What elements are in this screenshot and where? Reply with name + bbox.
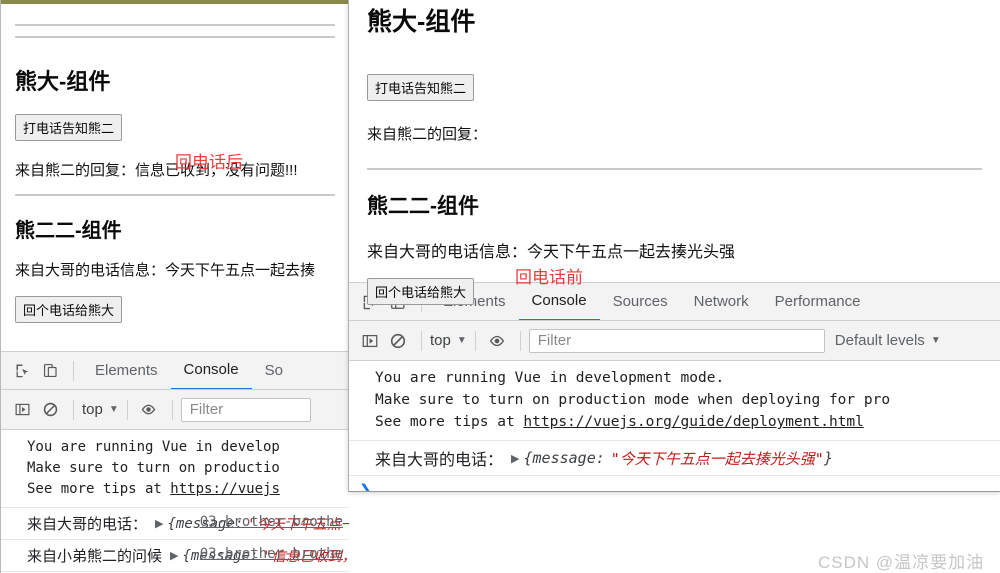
expand-triangle-icon[interactable]: ▶ [511,452,519,465]
console-filter-input[interactable]: Filter [180,397,311,422]
front-console-log-objclose-1: } [823,449,833,467]
chevron-down-icon: ▼ [456,335,467,346]
back-window-devtools: Elements Console So top ▼ Filter You are… [1,351,349,573]
front-toolbar-divider-2 [421,330,422,351]
tab-sources[interactable]: So [252,352,296,389]
front-console-prompt-arrow: ❯ [359,482,372,492]
page-divider-second [15,36,335,38]
tab-elements[interactable]: Elements [82,352,171,389]
toolbar-divider-2 [73,399,74,420]
back-window-page-content: 熊大-组件 打电话告知熊二 来自熊二的回复：信息已收到，没有问题!!! 熊二二-… [1,24,349,351]
console-log-source-1[interactable]: 03-brother-brothe [200,514,343,530]
front-component-title-xiongerer: 熊二二-组件 [367,195,479,218]
front-toolbar-divider-4 [519,330,521,351]
live-expression-icon[interactable] [136,397,162,423]
console-log-row-2[interactable]: 来自小弟熊二的问候 ▶ {message: "信息已收到，没有问题!!!" } … [1,539,349,571]
back-console-output: You are running Vue in develop Make sure… [1,430,349,573]
front-console-prompt-row[interactable]: ❯ [349,475,1000,492]
front-vue-dev-message-line-3: See more tips at https://vuejs.org/guide… [375,414,864,430]
front-vue-deployment-link[interactable]: https://vuejs.org/guide/deployment.html [523,414,863,430]
front-xiongerer-phone-message: 来自大哥的电话信息：今天下午五点一起去揍光头强 [367,244,736,261]
call-xiongerh-button[interactable]: 打电话告知熊二 [15,114,123,141]
component-title-xiongerer: 熊二二-组件 [15,220,122,242]
csdn-watermark: CSDN @温凉要加油 [818,553,985,572]
front-page-divider [367,168,982,170]
toolbar-divider-4 [171,399,173,420]
console-levels-label: Default levels [834,332,925,349]
execution-context-selector[interactable]: top ▼ [82,401,119,418]
front-execution-context-label: top [430,332,451,349]
annotation-after-callback: 回电话后 [175,153,243,172]
vue-dev-message-line-1: You are running Vue in develop [27,439,280,455]
toolbar-divider [73,360,74,381]
vue-dev-message-line-2: Make sure to turn on productio [27,460,280,476]
callback-xiongda-button[interactable]: 回个电话给熊大 [15,296,123,323]
console-sidebar-icon[interactable] [357,328,383,354]
front-vue-dev-message-line-1: You are running Vue in development mode. [375,370,725,386]
console-log-label-2: 来自小弟熊二的问候 [27,548,163,565]
tab-console[interactable]: Console [170,352,252,389]
component-title-xiongda: 熊大-组件 [15,69,111,94]
console-toolbar: top ▼ Filter [1,390,349,430]
front-call-xiongerh-button[interactable]: 打电话告知熊二 [367,74,475,101]
clear-console-icon[interactable] [385,328,411,354]
console-sidebar-icon[interactable] [9,397,35,423]
console-filter-placeholder: Filter [189,401,224,418]
chevron-down-icon: ▼ [108,404,119,415]
live-expression-icon[interactable] [484,328,510,354]
clear-console-icon[interactable] [37,397,63,423]
front-vue-dev-message-line-2: Make sure to turn on production mode whe… [375,392,891,408]
page-divider-top [15,24,335,26]
console-log-label-1: 来自大哥的电话： [27,516,148,533]
front-browser-window[interactable]: 熊大-组件 打电话告知熊二 来自熊二的回复： 熊二二-组件 来自大哥的电话信息：… [348,0,1000,492]
vue-deployment-link[interactable]: https://vuejs [170,481,280,497]
back-browser-window[interactable]: 熊大-组件 打电话告知熊二 来自熊二的回复：信息已收到，没有问题!!! 熊二二-… [0,0,349,573]
front-console-log-objval-1: "今天下午五点一起去揍光头强" [610,449,824,468]
inspect-element-icon[interactable] [9,358,35,384]
front-console-log-objkey-1: {message: [523,449,605,467]
front-component-title-xiongda: 熊大-组件 [367,8,476,36]
front-window-devtools: Elements Console Sources Network Perform… [349,282,1000,492]
console-log-source-2[interactable]: 03-brother-brothe [200,546,343,562]
devtools-tabbar: Elements Console So [1,352,349,390]
front-console-filter-placeholder: Filter [537,332,572,349]
console-log-row-1[interactable]: 来自大哥的电话： ▶ {message: "今天下午五点一起去揍光头强" } 0… [1,507,349,539]
front-console-filter-input[interactable]: Filter [528,328,825,353]
expand-triangle-icon-1[interactable]: ▶ [155,517,163,530]
front-console-output: You are running Vue in development mode.… [349,361,1000,492]
front-console-log-label-1: 来自大哥的电话： [375,452,504,469]
xiongerer-phone-message: 来自大哥的电话信息：今天下午五点一起去揍 [15,262,316,279]
chevron-down-icon: ▼ [930,335,941,346]
annotation-before-callback: 回电话前 [515,268,583,287]
window-top-accent-bar [1,0,349,4]
device-toolbar-icon[interactable] [37,358,63,384]
execution-context-label: top [82,401,103,418]
toolbar-divider-3 [126,399,128,420]
page-divider-third [15,194,335,196]
expand-triangle-icon-2[interactable]: ▶ [170,549,178,562]
front-console-toolbar: top ▼ Filter Default levels ▼ [349,321,1000,361]
vue-dev-message-line-3: See more tips at https://vuejs [27,481,280,497]
front-console-log-row-1[interactable]: 来自大哥的电话： ▶ {message: "今天下午五点一起去揍光头强" } [349,440,1000,475]
console-levels-selector[interactable]: Default levels ▼ [835,332,941,349]
front-window-page-content: 熊大-组件 打电话告知熊二 来自熊二的回复： 熊二二-组件 来自大哥的电话信息：… [349,2,1000,305]
front-callback-xiongda-button[interactable]: 回个电话给熊大 [367,278,475,305]
front-execution-context-selector[interactable]: top ▼ [430,332,467,349]
front-xiongda-reply-message: 来自熊二的回复： [367,126,488,143]
front-toolbar-divider-3 [474,330,476,351]
